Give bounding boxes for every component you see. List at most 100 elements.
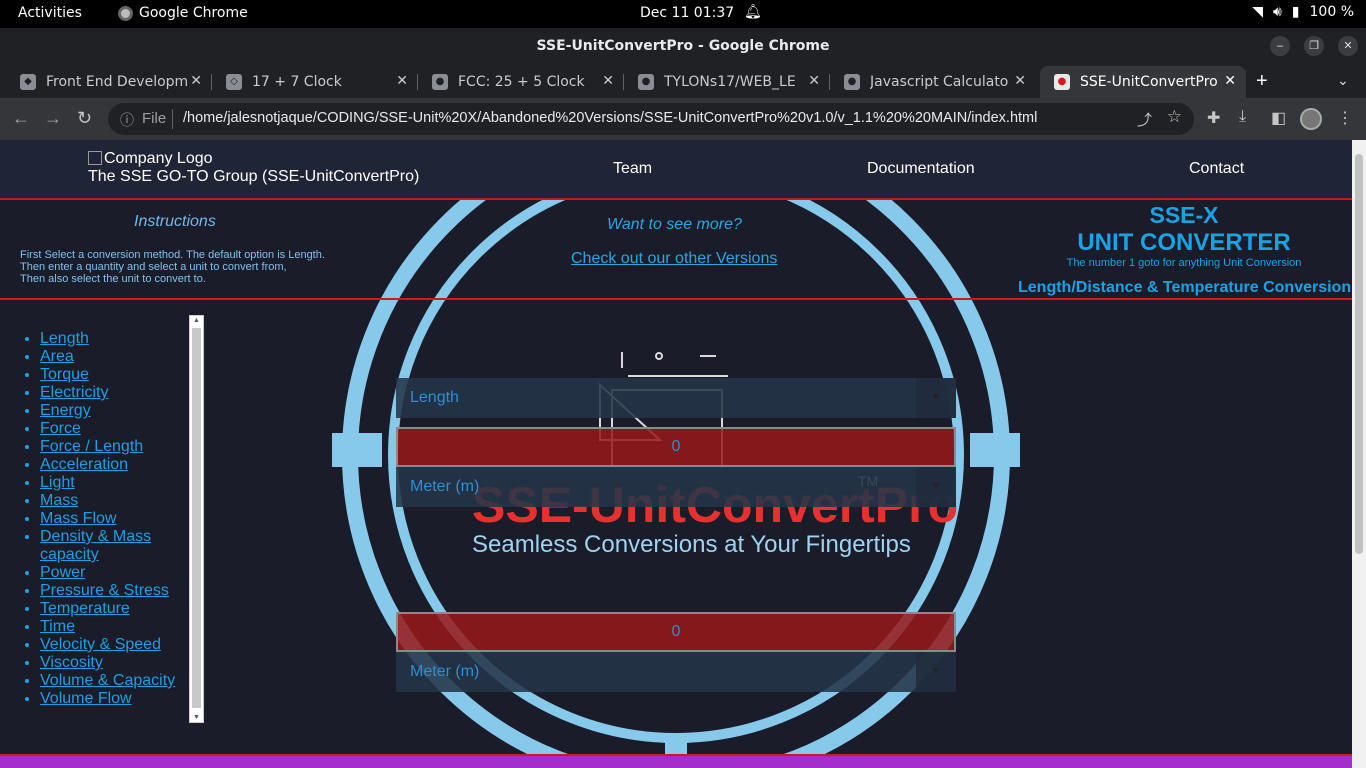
bookmark-star-icon[interactable]: ☆ [1167, 107, 1182, 127]
category-link[interactable]: Viscosity [40, 654, 103, 671]
page-scrollbar-thumb[interactable] [1355, 154, 1363, 554]
tab-label: 17 + 7 Clock [252, 74, 342, 90]
list-item: Density & Mass capacity [40, 528, 170, 564]
tab-search-button[interactable]: ⌄ [1337, 72, 1349, 89]
close-tab-icon[interactable]: ✕ [1014, 73, 1026, 89]
company-logo[interactable]: Company Logo [88, 150, 213, 168]
close-tab-icon[interactable]: ✕ [808, 73, 820, 89]
chevron-down-icon: ▼ [916, 378, 956, 418]
category-link[interactable]: Time [40, 618, 75, 635]
globe-icon: ● [844, 74, 860, 90]
category-link[interactable]: Light [40, 474, 75, 491]
back-button[interactable]: ← [12, 108, 30, 129]
close-tab-icon[interactable]: ✕ [602, 73, 614, 89]
conversion-method-select[interactable]: Length ▼ [396, 378, 956, 418]
new-tab-button[interactable]: + [1256, 70, 1268, 93]
tab-label: Front End Developm [46, 74, 189, 90]
window-title: SSE-UnitConvertPro - Google Chrome [536, 38, 830, 54]
tab-fcc-clock[interactable]: ● FCC: 25 + 5 Clock ✕ [418, 66, 624, 98]
category-scrollbar[interactable]: ▲ ▼ [189, 315, 204, 723]
tab-sse-unitconvertpro[interactable]: ● SSE-UnitConvertPro ✕ [1040, 66, 1246, 98]
list-item: Volume Flow [40, 690, 175, 708]
tab-label: Javascript Calculato [870, 74, 1009, 90]
brand-tagline: The number 1 goto for anything Unit Conv… [1066, 257, 1302, 269]
battery-icon: ▮ [1291, 4, 1300, 20]
to-unit-select[interactable]: Meter (m) ▼ [396, 652, 956, 692]
category-link[interactable]: Density & Mass capacity [40, 528, 151, 563]
activities-button[interactable]: Activities [18, 5, 82, 21]
url-text[interactable]: /home/jalesnotjaque/CODING/SSE-Unit%20X/… [183, 110, 1037, 126]
category-link[interactable]: Length [40, 330, 89, 347]
tab-label: FCC: 25 + 5 Clock [458, 74, 585, 90]
category-link[interactable]: Velocity & Speed [40, 636, 161, 653]
category-link[interactable]: Temperature [40, 600, 130, 617]
tab-github[interactable]: ● TYLONs17/WEB_LE ✕ [624, 66, 830, 98]
tab-calculator[interactable]: ● Javascript Calculato ✕ [830, 66, 1036, 98]
category-link[interactable]: Torque [40, 366, 89, 383]
maximize-button[interactable]: ❐ [1304, 36, 1324, 56]
profile-avatar[interactable] [1300, 108, 1322, 130]
window-titlebar: SSE-UnitConvertPro - Google Chrome – ❐ ✕ [0, 28, 1366, 64]
other-versions-link[interactable]: Check out our other Versions [571, 250, 777, 268]
to-value-output[interactable]: 0 [396, 612, 956, 652]
extensions-icon[interactable]: ✚ [1207, 108, 1220, 128]
page-scrollbar[interactable] [1352, 140, 1366, 768]
close-tab-icon[interactable]: ✕ [190, 73, 202, 89]
scheme-label: File [142, 110, 167, 127]
system-tray[interactable]: ◥ 🔊︎ ▮ 100 % [1252, 4, 1354, 20]
download-icon[interactable]: ⤓ [1239, 108, 1246, 126]
category-link[interactable]: Energy [40, 402, 91, 419]
side-panel-icon[interactable]: ◧ [1271, 108, 1286, 128]
category-link[interactable]: Power [40, 564, 85, 581]
category-link[interactable]: Electricity [40, 384, 108, 401]
tab-label: SSE-UnitConvertPro [1080, 74, 1218, 90]
tab-front-end[interactable]: ◆ Front End Developm ✕ [6, 66, 212, 98]
reload-button[interactable]: ↻ [77, 108, 92, 129]
instructions-text: First Select a conversion method. The de… [20, 249, 325, 285]
instructions-line: First Select a conversion method. The de… [20, 249, 325, 261]
list-item: Torque [40, 366, 175, 384]
chrome-icon [118, 5, 133, 21]
share-icon[interactable]: ⤴ [1137, 109, 1152, 130]
scroll-down-icon[interactable]: ▼ [193, 714, 200, 721]
app-menu[interactable]: Google Chrome [118, 5, 248, 21]
category-link[interactable]: Volume Flow [40, 690, 132, 707]
chevron-down-icon: ▼ [916, 467, 956, 507]
tab-17-7-clock[interactable]: ◇ 17 + 7 Clock ✕ [212, 66, 418, 98]
company-name: The SSE GO-TO Group (SSE-UnitConvertPro) [88, 168, 420, 185]
clock[interactable]: Dec 11 01:37 [640, 5, 734, 21]
close-tab-icon[interactable]: ✕ [396, 73, 408, 89]
list-item: Volume & Capacity [40, 672, 175, 690]
category-link[interactable]: Mass Flow [40, 510, 116, 527]
instructions-title: Instructions [134, 213, 216, 230]
category-link[interactable]: Pressure & Stress [40, 582, 169, 599]
minimize-button[interactable]: – [1270, 36, 1290, 56]
globe-icon: ● [432, 74, 448, 90]
nav-team[interactable]: Team [613, 160, 652, 178]
want-more-heading: Want to see more? [607, 216, 742, 233]
from-value-input[interactable]: 0 [396, 427, 956, 467]
divider [0, 298, 1352, 300]
category-link[interactable]: Area [40, 348, 74, 365]
nav-contact[interactable]: Contact [1189, 160, 1244, 178]
brand-title-line1: SSE-X [1149, 202, 1219, 228]
info-icon[interactable]: ⓘ [120, 110, 134, 130]
scrollbar-thumb[interactable] [192, 328, 201, 708]
site-favicon-icon: ● [1054, 74, 1070, 90]
chrome-menu-icon[interactable]: ⋮ [1337, 108, 1353, 128]
close-tab-icon[interactable]: ✕ [1224, 73, 1236, 89]
nav-documentation[interactable]: Documentation [867, 160, 975, 178]
address-bar[interactable]: ⓘ File /home/jalesnotjaque/CODING/SSE-Un… [108, 103, 1194, 135]
favicon-icon: ◇ [226, 74, 242, 90]
forward-button[interactable]: → [44, 108, 62, 129]
list-item: Force / Length [40, 438, 175, 456]
category-link[interactable]: Force / Length [40, 438, 143, 455]
wifi-icon: ◥ [1252, 4, 1263, 20]
category-link[interactable]: Volume & Capacity [40, 672, 175, 689]
category-link[interactable]: Mass [40, 492, 78, 509]
scroll-up-icon[interactable]: ▲ [193, 317, 200, 324]
from-unit-select[interactable]: Meter (m) ▼ [396, 467, 956, 507]
category-link[interactable]: Acceleration [40, 456, 128, 473]
close-window-button[interactable]: ✕ [1338, 36, 1358, 56]
category-link[interactable]: Force [40, 420, 81, 437]
